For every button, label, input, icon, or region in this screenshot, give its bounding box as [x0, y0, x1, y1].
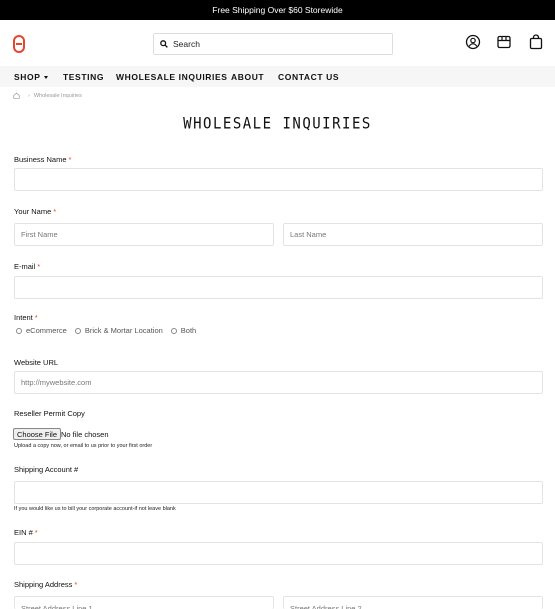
- search-input[interactable]: Search: [153, 33, 393, 55]
- intent-radio-group: eCommerce Brick & Mortar Location Both: [16, 326, 204, 335]
- site-header: Search: [0, 20, 555, 66]
- shipping-account-label: Shipping Account #: [14, 465, 79, 474]
- chevron-down-icon: [43, 76, 48, 80]
- search-placeholder: Search: [173, 39, 200, 49]
- website-url-label: Website URL: [14, 358, 59, 367]
- email-label: E-mail *: [14, 262, 41, 271]
- file-status: No file chosen: [61, 430, 109, 439]
- street-address-line1-field[interactable]: Street Address Line 1: [14, 596, 274, 609]
- last-name-field[interactable]: Last Name: [283, 223, 543, 246]
- announcement-text: Free Shipping Over $60 Storewide: [212, 5, 343, 15]
- reseller-help-text: Upload a copy now, or email to us prior …: [14, 443, 153, 449]
- shipping-account-help-text: If you would like us to bill your corpor…: [14, 506, 176, 512]
- required-marker: *: [68, 155, 72, 164]
- reseller-permit-label: Reseller Permit Copy: [14, 409, 85, 418]
- nav-item-shop[interactable]: SHOP: [14, 72, 48, 82]
- breadcrumb-separator: ›: [28, 92, 30, 99]
- your-name-label: Your Name *: [14, 207, 57, 216]
- required-marker: *: [74, 580, 78, 589]
- breadcrumb-current: Wholesale Inquiries: [33, 92, 82, 99]
- radio-icon[interactable]: [74, 327, 81, 334]
- ein-label: EIN # *: [14, 528, 38, 537]
- street-address-line2-field[interactable]: Street Address Line 2: [283, 596, 543, 609]
- main-nav: SHOP TESTING WHOLESALE INQUIRIES ABOUT C…: [0, 66, 555, 87]
- radio-icon[interactable]: [16, 327, 22, 334]
- store-icon[interactable]: [496, 34, 512, 50]
- intent-option-both[interactable]: Both: [170, 326, 196, 335]
- choose-file-button[interactable]: Choose File: [13, 428, 62, 440]
- ein-field[interactable]: [14, 542, 543, 565]
- business-name-field[interactable]: [14, 168, 543, 191]
- required-marker: *: [37, 262, 41, 271]
- page-title: WHOLESALE INQUIRIES: [183, 114, 372, 134]
- radio-icon[interactable]: [170, 327, 177, 334]
- required-marker: *: [34, 313, 38, 322]
- intent-option-brick-mortar[interactable]: Brick & Mortar Location: [74, 326, 163, 335]
- intent-option-ecommerce[interactable]: eCommerce: [16, 326, 67, 335]
- nav-item-testing[interactable]: TESTING: [63, 72, 104, 82]
- business-name-label: Business Name *: [14, 155, 72, 164]
- nav-item-about[interactable]: ABOUT: [231, 72, 264, 82]
- required-marker: *: [34, 528, 38, 537]
- logo-icon[interactable]: [13, 35, 25, 53]
- announcement-bar: Free Shipping Over $60 Storewide: [0, 0, 555, 20]
- home-icon[interactable]: [13, 92, 20, 99]
- nav-item-contact-us[interactable]: CONTACT US: [278, 72, 339, 82]
- first-name-field[interactable]: First Name: [14, 223, 274, 246]
- website-url-field[interactable]: http://mywebsite.com: [14, 371, 543, 394]
- search-icon: [160, 40, 168, 48]
- email-field[interactable]: [14, 276, 543, 299]
- nav-item-wholesale-inquiries[interactable]: WHOLESALE INQUIRIES: [116, 72, 228, 82]
- shipping-account-field[interactable]: [14, 481, 543, 504]
- intent-label: Intent *: [14, 313, 38, 322]
- shipping-address-label: Shipping Address *: [14, 580, 78, 589]
- account-icon[interactable]: [465, 34, 481, 50]
- cart-icon[interactable]: [528, 34, 544, 50]
- required-marker: *: [53, 207, 57, 216]
- breadcrumb: › Wholesale Inquiries: [13, 92, 82, 99]
